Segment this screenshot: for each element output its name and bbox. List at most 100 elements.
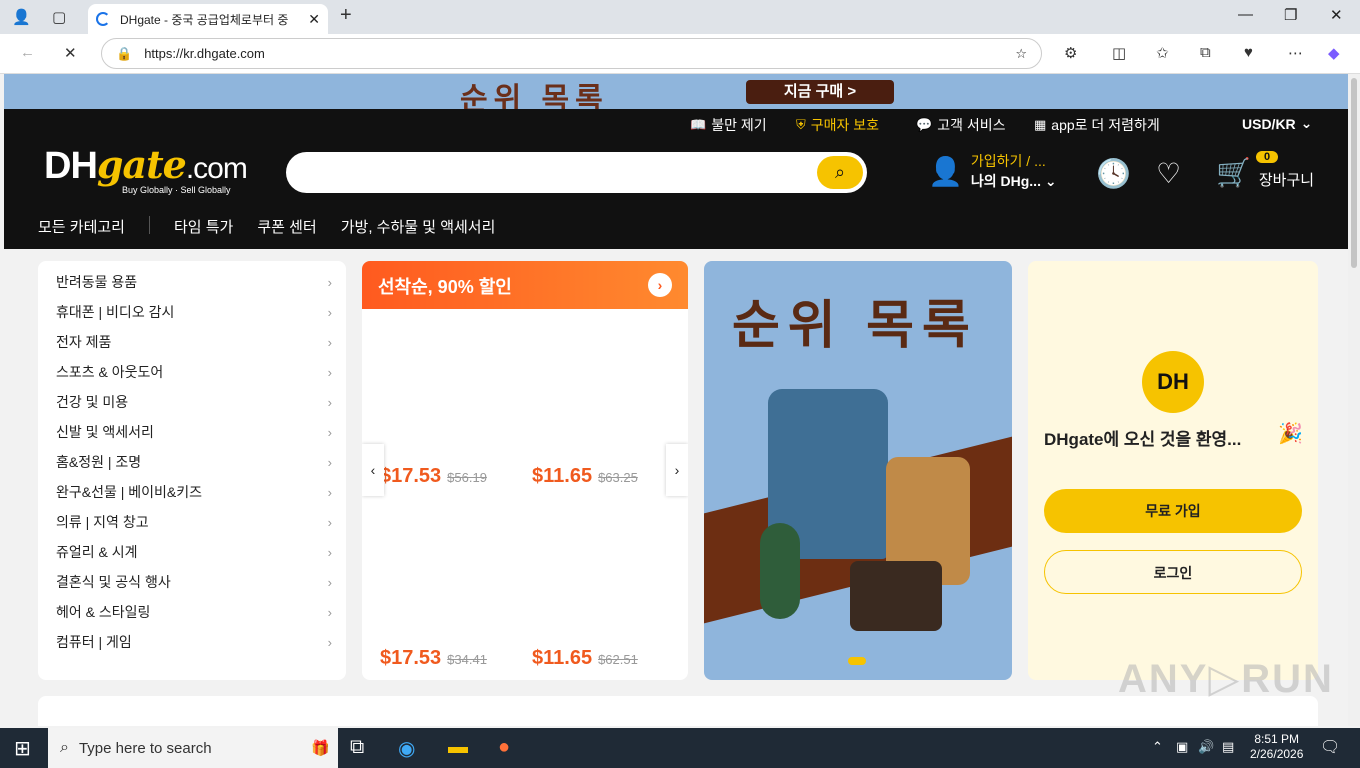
action-center-icon[interactable]: 🗨 xyxy=(1320,737,1340,757)
clock-date: 2/26/2026 xyxy=(1250,747,1304,761)
nav-coupon-center[interactable]: 쿠폰 센터 xyxy=(257,216,316,237)
nav-time-deals[interactable]: 타임 특가 xyxy=(174,216,233,237)
account-menu[interactable]: 👤 가입하기 / ... 나의 DHg... ⌄ xyxy=(928,151,1057,191)
browser-tab[interactable]: DHgate - 중국 공급업체로부터 중 ✕ xyxy=(88,4,328,34)
signup-link[interactable]: 가입하기 / ... xyxy=(971,151,1057,171)
category-item[interactable]: 결혼식 및 공식 행사 › xyxy=(38,567,346,597)
extensions-icon[interactable]: ⚙ xyxy=(1064,44,1077,62)
party-popper-icon: 🎉 xyxy=(1278,423,1303,445)
task-view-icon[interactable]: ⧉ xyxy=(350,736,364,759)
logo-dh: DH xyxy=(44,145,98,187)
stop-icon[interactable]: ✕ xyxy=(64,44,77,62)
chevron-right-icon: › xyxy=(327,364,332,380)
category-item[interactable]: 컴퓨터 | 게임 › xyxy=(38,627,346,657)
category-item[interactable]: 쥬얼리 & 시계 › xyxy=(38,537,346,567)
tray-chevron-icon[interactable]: ⌃ xyxy=(1152,739,1163,755)
category-item[interactable]: 헤어 & 스타일링 › xyxy=(38,597,346,627)
currency-selector[interactable]: USD/KR ⌄ xyxy=(1242,115,1312,132)
edge-icon[interactable]: ◉ xyxy=(398,736,415,761)
notification-area-icon[interactable]: ▤ xyxy=(1222,739,1234,755)
arrow-right-icon[interactable]: › xyxy=(648,273,672,297)
buy-now-button[interactable]: 지금 구매 > xyxy=(746,80,894,104)
carousel-next-button[interactable]: › xyxy=(666,444,688,496)
product-price[interactable]: $17.53 $56.19 xyxy=(380,465,487,488)
split-screen-icon[interactable]: ◫ xyxy=(1112,44,1126,62)
nav-bags-luggage[interactable]: 가방, 수하물 및 액세서리 xyxy=(341,216,496,237)
carousel-indicator[interactable] xyxy=(848,657,866,665)
scrollbar-thumb[interactable] xyxy=(1351,78,1357,268)
logo-com: .com xyxy=(185,152,248,185)
lock-icon[interactable]: 🔒 xyxy=(116,46,132,62)
app-download-link[interactable]: ▦ app로 더 저렴하게 xyxy=(1034,115,1160,135)
minimize-icon[interactable]: — xyxy=(1238,6,1253,23)
search-button[interactable]: ⌕ xyxy=(817,156,863,189)
category-item[interactable]: 완구&선물 | 베이비&키즈 › xyxy=(38,477,346,507)
category-item[interactable]: 스포츠 & 아웃도어 › xyxy=(38,357,346,387)
category-item[interactable]: 신발 및 액세서리 › xyxy=(38,417,346,447)
collections-icon[interactable]: ⧉ xyxy=(1200,44,1211,61)
back-icon[interactable]: ← xyxy=(20,44,35,61)
taskbar-search-input[interactable]: ⌕ Type here to search 🎁 xyxy=(48,728,338,768)
ranking-banner[interactable]: 순위 목록 xyxy=(704,261,1012,680)
category-item[interactable]: 의류 | 지역 창고 › xyxy=(38,507,346,537)
category-label: 반려동물 용품 xyxy=(56,274,138,290)
wishlist-heart-icon[interactable]: ♡ xyxy=(1156,157,1181,190)
chevron-right-icon: › xyxy=(327,394,332,410)
chevron-down-icon: ⌄ xyxy=(1300,115,1313,131)
category-item[interactable]: 홈&정원 | 조명 › xyxy=(38,447,346,477)
product-price[interactable]: $11.65 $63.25 xyxy=(532,465,638,488)
restore-icon[interactable]: ❐ xyxy=(1284,6,1297,24)
page-scrollbar[interactable] xyxy=(1348,74,1360,726)
url-field[interactable]: 🔒 https://kr.dhgate.com ☆ xyxy=(101,38,1042,69)
category-label: 결혼식 및 공식 행사 xyxy=(56,574,171,590)
close-tab-icon[interactable]: ✕ xyxy=(308,11,320,28)
promo-banner[interactable]: 순위 목록 지금 구매 > xyxy=(4,74,1348,116)
cart-button[interactable]: 🛒 0 장바구니 xyxy=(1216,151,1315,190)
free-signup-button[interactable]: 무료 가입 xyxy=(1044,489,1302,533)
flash-sale-header[interactable]: 선착순, 90% 할인 › xyxy=(362,261,688,309)
chevron-right-icon: › xyxy=(327,454,332,470)
tab-actions-icon[interactable]: ▢ xyxy=(52,8,66,26)
chevron-right-icon: › xyxy=(327,334,332,350)
nav-divider xyxy=(148,216,150,234)
address-bar-row: ← ✕ 🔒 https://kr.dhgate.com ☆ ⚙ ◫ ✩ ⧉ ♥ … xyxy=(0,34,1360,74)
category-item[interactable]: 반려동물 용품 › xyxy=(38,267,346,297)
copilot-icon[interactable]: ◆ xyxy=(1328,44,1340,62)
close-window-icon[interactable]: ✕ xyxy=(1330,6,1343,24)
search-input[interactable]: ⌕ xyxy=(286,152,867,193)
login-button[interactable]: 로그인 xyxy=(1044,550,1302,594)
category-item[interactable]: 휴대폰 | 비디오 감시 › xyxy=(38,297,346,327)
taskbar-search-placeholder: Type here to search xyxy=(78,739,212,757)
buyer-protection-link[interactable]: ⛨ 구매자 보호 xyxy=(796,115,879,135)
category-item[interactable]: 전자 제품 › xyxy=(38,327,346,357)
nav-all-categories[interactable]: 모든 카테고리 xyxy=(38,216,125,237)
complaint-link[interactable]: 📖 불만 제기 xyxy=(690,115,767,135)
cart-label: 장바구니 xyxy=(1258,172,1315,189)
product-price[interactable]: $11.65 $62.51 xyxy=(532,647,638,670)
product-price[interactable]: $17.53 $34.41 xyxy=(380,647,487,670)
favorites-icon[interactable]: ✩ xyxy=(1156,44,1169,62)
carousel-prev-button[interactable]: ‹ xyxy=(362,444,384,496)
customer-service-link[interactable]: 💬 고객 서비스 xyxy=(916,115,1005,135)
taskbar-clock[interactable]: 8:51 PM 2/26/2026 xyxy=(1250,732,1303,762)
search-icon: ⌕ xyxy=(834,162,846,182)
chevron-right-icon: › xyxy=(327,604,332,620)
dhgate-logo[interactable]: DHgate.com Buy Globally · Sell Globally xyxy=(44,145,248,196)
category-item[interactable]: 건강 및 미용 › xyxy=(38,387,346,417)
history-icon[interactable]: 🕓 xyxy=(1096,157,1131,190)
user-icon: 👤 xyxy=(928,155,963,187)
network-icon[interactable]: ▣ xyxy=(1176,739,1188,755)
profile-icon[interactable]: 👤 xyxy=(12,8,31,26)
more-menu-icon[interactable]: ⋯ xyxy=(1288,44,1303,62)
performance-icon[interactable]: ♥ xyxy=(1244,44,1253,61)
web-page: 순위 목록 지금 구매 > 📖 불만 제기 ⛨ 구매자 보호 💬 고객 서비스 ▦ ap… xyxy=(4,74,1348,726)
volume-icon[interactable]: 🔊 xyxy=(1198,739,1214,755)
file-explorer-icon[interactable]: ▬ xyxy=(448,736,468,759)
new-tab-icon[interactable]: + xyxy=(340,4,352,27)
qr-code-icon: ▦ xyxy=(1034,117,1047,132)
firefox-icon[interactable]: ● xyxy=(498,736,510,759)
favorite-star-icon[interactable]: ☆ xyxy=(1015,46,1027,62)
windows-start-icon[interactable]: ⊞ xyxy=(14,736,31,761)
category-label: 쥬얼리 & 시계 xyxy=(56,544,138,560)
cart-count-badge: 0 xyxy=(1256,151,1279,163)
